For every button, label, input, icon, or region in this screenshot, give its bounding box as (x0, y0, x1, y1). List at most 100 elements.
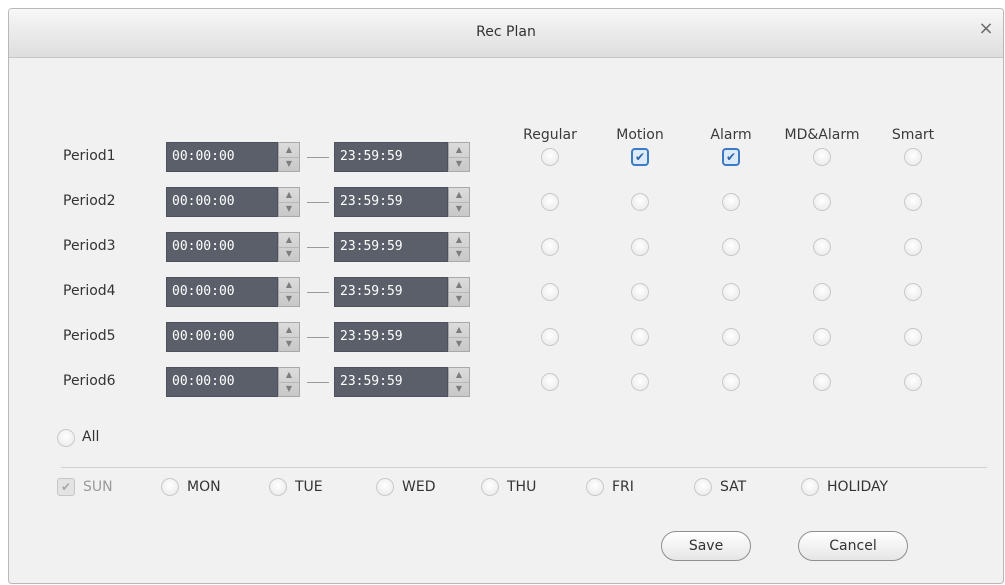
spin-up-icon[interactable]: ▲ (449, 323, 469, 338)
spin-up-icon[interactable]: ▲ (449, 233, 469, 248)
save-button[interactable]: Save (661, 531, 751, 561)
day-thu-option[interactable] (481, 478, 499, 496)
alarm-option[interactable] (722, 238, 740, 256)
end-time-input[interactable]: 23:59:59 (334, 322, 448, 352)
end-time-input[interactable]: 23:59:59 (334, 187, 448, 217)
smart-option[interactable] (904, 373, 922, 391)
smart-option[interactable] (904, 148, 922, 166)
md-alarm-option[interactable] (813, 283, 831, 301)
regular-option[interactable] (541, 193, 559, 211)
period-label: Period2 (63, 193, 116, 209)
day-thu-label: THU (507, 479, 537, 495)
day-holiday-option[interactable] (801, 478, 819, 496)
start-time-spinner[interactable]: ▲ ▼ (278, 367, 300, 397)
md-alarm-option[interactable] (813, 148, 831, 166)
spin-down-icon[interactable]: ▼ (449, 337, 469, 351)
spin-up-icon[interactable]: ▲ (279, 143, 299, 158)
spin-down-icon[interactable]: ▼ (449, 157, 469, 171)
alarm-option[interactable] (722, 373, 740, 391)
smart-option[interactable] (904, 193, 922, 211)
motion-option[interactable] (631, 238, 649, 256)
end-time-spinner[interactable]: ▲ ▼ (448, 322, 470, 352)
regular-option[interactable] (541, 328, 559, 346)
close-icon[interactable]: × (975, 19, 997, 41)
smart-option[interactable] (904, 328, 922, 346)
spin-down-icon[interactable]: ▼ (449, 292, 469, 306)
column-header-regular: Regular (523, 127, 577, 143)
motion-option[interactable] (631, 328, 649, 346)
day-sun-label: SUN (83, 479, 113, 495)
spin-down-icon[interactable]: ▼ (449, 247, 469, 261)
regular-option[interactable] (541, 238, 559, 256)
day-tue-option[interactable] (269, 478, 287, 496)
day-fri-option[interactable] (586, 478, 604, 496)
spin-up-icon[interactable]: ▲ (449, 278, 469, 293)
start-time-input[interactable]: 00:00:00 (166, 187, 278, 217)
spin-up-icon[interactable]: ▲ (449, 368, 469, 383)
day-sat-label: SAT (720, 479, 747, 495)
spin-up-icon[interactable]: ▲ (279, 233, 299, 248)
spin-up-icon[interactable]: ▲ (279, 188, 299, 203)
end-time-spinner[interactable]: ▲ ▼ (448, 232, 470, 262)
alarm-checkbox-checked[interactable]: ✔ (722, 148, 740, 166)
period-label: Period5 (63, 328, 116, 344)
alarm-option[interactable] (722, 328, 740, 346)
day-wed-option[interactable] (376, 478, 394, 496)
motion-option[interactable] (631, 283, 649, 301)
day-mon-option[interactable] (161, 478, 179, 496)
spin-up-icon[interactable]: ▲ (279, 368, 299, 383)
spin-down-icon[interactable]: ▼ (279, 202, 299, 216)
start-time-spinner[interactable]: ▲ ▼ (278, 142, 300, 172)
day-sun-checkbox: ✔ (57, 478, 75, 496)
spin-up-icon[interactable]: ▲ (279, 278, 299, 293)
start-time-input[interactable]: 00:00:00 (166, 322, 278, 352)
md-alarm-option[interactable] (813, 238, 831, 256)
spin-down-icon[interactable]: ▼ (279, 292, 299, 306)
spin-down-icon[interactable]: ▼ (279, 337, 299, 351)
alarm-option[interactable] (722, 283, 740, 301)
md-alarm-option[interactable] (813, 373, 831, 391)
day-sat-option[interactable] (694, 478, 712, 496)
day-tue-label: TUE (295, 479, 323, 495)
start-time-spinner[interactable]: ▲ ▼ (278, 322, 300, 352)
end-time-spinner[interactable]: ▲ ▼ (448, 142, 470, 172)
cancel-button[interactable]: Cancel (798, 531, 908, 561)
start-time-input[interactable]: 00:00:00 (166, 367, 278, 397)
start-time-spinner[interactable]: ▲ ▼ (278, 232, 300, 262)
smart-option[interactable] (904, 238, 922, 256)
end-time-input[interactable]: 23:59:59 (334, 277, 448, 307)
smart-option[interactable] (904, 283, 922, 301)
spin-down-icon[interactable]: ▼ (449, 382, 469, 396)
day-wed-label: WED (402, 479, 436, 495)
spin-down-icon[interactable]: ▼ (279, 157, 299, 171)
regular-option[interactable] (541, 283, 559, 301)
start-time-input[interactable]: 00:00:00 (166, 232, 278, 262)
start-time-input[interactable]: 00:00:00 (166, 277, 278, 307)
motion-checkbox-checked[interactable]: ✔ (631, 148, 649, 166)
spin-down-icon[interactable]: ▼ (279, 247, 299, 261)
start-time-input[interactable]: 00:00:00 (166, 142, 278, 172)
period-label: Period4 (63, 283, 116, 299)
dialog-title: Rec Plan (476, 24, 536, 40)
start-time-spinner[interactable]: ▲ ▼ (278, 277, 300, 307)
all-option[interactable] (57, 429, 75, 447)
motion-option[interactable] (631, 373, 649, 391)
start-time-spinner[interactable]: ▲ ▼ (278, 187, 300, 217)
motion-option[interactable] (631, 193, 649, 211)
end-time-spinner[interactable]: ▲ ▼ (448, 367, 470, 397)
spin-down-icon[interactable]: ▼ (449, 202, 469, 216)
end-time-input[interactable]: 23:59:59 (334, 232, 448, 262)
regular-option[interactable] (541, 148, 559, 166)
end-time-input[interactable]: 23:59:59 (334, 142, 448, 172)
end-time-input[interactable]: 23:59:59 (334, 367, 448, 397)
md-alarm-option[interactable] (813, 328, 831, 346)
spin-down-icon[interactable]: ▼ (279, 382, 299, 396)
spin-up-icon[interactable]: ▲ (449, 143, 469, 158)
end-time-spinner[interactable]: ▲ ▼ (448, 277, 470, 307)
alarm-option[interactable] (722, 193, 740, 211)
end-time-spinner[interactable]: ▲ ▼ (448, 187, 470, 217)
spin-up-icon[interactable]: ▲ (279, 323, 299, 338)
regular-option[interactable] (541, 373, 559, 391)
spin-up-icon[interactable]: ▲ (449, 188, 469, 203)
md-alarm-option[interactable] (813, 193, 831, 211)
